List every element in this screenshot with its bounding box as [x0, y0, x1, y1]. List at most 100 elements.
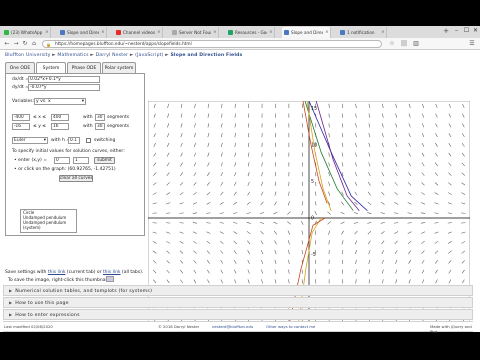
reload-icon[interactable]: ↻: [21, 40, 29, 48]
close-icon[interactable]: ×: [325, 30, 330, 35]
breadcrumb-item[interactable]: Darryl Nester: [96, 53, 129, 58]
y-segments-field[interactable]: 30: [95, 123, 105, 130]
y-min-field[interactable]: -16: [12, 123, 30, 130]
browser-tab[interactable]: Channel videos - YouTube×: [114, 27, 163, 38]
letterbox-bottom: [0, 332, 480, 360]
minimize-icon[interactable]: –: [452, 27, 461, 34]
chevron-down-icon: ▾: [43, 138, 46, 143]
x-max-field[interactable]: 400: [51, 114, 69, 121]
page-footer: Last modified 02/08/2020 © 2018 Darryl N…: [0, 322, 480, 334]
y-segments-label: segments: [107, 124, 130, 129]
favicon-icon: [116, 30, 121, 35]
breadcrumb-item[interactable]: Slope and Direction Fields: [170, 53, 242, 58]
chevron-down-icon: ▾: [81, 99, 84, 104]
method-select[interactable]: Euler ▾: [12, 137, 48, 144]
tab-title: Channel videos - YouTube: [123, 30, 155, 35]
save-link-all-tabs[interactable]: this link: [103, 270, 121, 275]
screen: (23) WhatsApp×Slope and Direction Fields…: [0, 0, 480, 360]
web-page: Bluffton University ► Mathematics ► Darr…: [0, 51, 480, 332]
email-link[interactable]: nesterd@bluffton.edu: [212, 324, 253, 329]
variables-select[interactable]: y vs. x ▾: [34, 98, 86, 105]
close-icon[interactable]: ×: [269, 30, 274, 35]
navigation-toolbar: ← → ↻ ⌂ https://homepages.bluffton.edu/~…: [0, 38, 480, 50]
contact-link[interactable]: Other ways to contact me: [266, 324, 315, 329]
switching-label: switching: [94, 138, 116, 143]
back-arrow-icon[interactable]: ←: [3, 40, 11, 48]
browser-tab[interactable]: Server Not Found×: [170, 27, 219, 38]
credits: Made with jQuery and Plot: [430, 324, 472, 334]
browser-tab[interactable]: 1 notification ×: [338, 27, 387, 38]
enter-point-label: • enter (x,y) =: [14, 158, 47, 163]
dxdt-field[interactable]: 0.02*x+0.1*y: [28, 76, 100, 83]
close-icon[interactable]: ×: [101, 30, 106, 35]
image-save-note: To save the image, right-click this thum…: [8, 278, 110, 283]
clear-curves-button[interactable]: clear all curves: [59, 175, 93, 182]
dydt-field[interactable]: -0.07*y: [28, 84, 100, 91]
save-settings-line: Save settings with this link (current ta…: [5, 270, 143, 275]
menu-icon[interactable]: ☰: [468, 40, 476, 48]
address-bar[interactable]: https://homepages.bluffton.edu/~nesterd/…: [42, 40, 382, 48]
accordion-how-to-use[interactable]: ▶ How to use this page: [3, 297, 473, 308]
close-icon[interactable]: ×: [213, 30, 218, 35]
tab-title: Resources - Google Drive: [235, 30, 267, 35]
forward-arrow-icon[interactable]: →: [12, 40, 20, 48]
panel-tab[interactable]: Polar system: [102, 62, 136, 73]
new-tab-icon[interactable]: +: [441, 27, 451, 35]
sidebar-icon[interactable]: ▥: [412, 40, 420, 48]
eq2-label: dy/dt =: [12, 85, 29, 90]
browser-tab[interactable]: (23) WhatsApp ×: [2, 27, 51, 38]
lock-icon: 🔒: [46, 42, 51, 47]
close-icon[interactable]: ×: [157, 30, 162, 35]
tab-title: Slope and Direction Fields: [291, 30, 323, 35]
panel-tab[interactable]: Phase ODE: [67, 62, 101, 73]
favicon-icon: [284, 30, 289, 35]
initial-y-field[interactable]: 1: [73, 157, 89, 164]
close-icon[interactable]: ×: [45, 30, 50, 35]
tab-title: (23) WhatsApp: [11, 30, 43, 35]
save-link-current-tab[interactable]: this link: [48, 270, 66, 275]
settings-panel: One ODE System Phase ODE Polar system dx/dt…: [5, 62, 145, 237]
breadcrumb-item[interactable]: Mathematics: [57, 53, 88, 58]
save-middle: (current tab) or: [66, 270, 102, 275]
example-list[interactable]: Circle Undamped pendulum Undamped pendulum…: [20, 209, 77, 233]
accordion-numerical-tables[interactable]: ▶ Numerical solution tables, and tomplots…: [3, 285, 473, 296]
breadcrumb-item[interactable]: Bluffton University: [5, 53, 51, 58]
method-value: Euler: [14, 138, 26, 143]
x-segments-field[interactable]: 30: [95, 114, 105, 121]
y-range-label: ≤ y ≤: [33, 124, 47, 129]
save-prefix: Save settings with: [5, 270, 47, 275]
triangle-right-icon: ▶: [9, 312, 13, 317]
variables-label: Variables:: [12, 99, 35, 104]
tab-title: 1 notification: [347, 30, 375, 35]
graph-thumbnail[interactable]: [106, 276, 114, 282]
maximize-icon[interactable]: ☐: [462, 27, 471, 34]
breadcrumb-separator: ►: [88, 53, 96, 58]
y-max-field[interactable]: 16: [51, 123, 69, 130]
bookmark-star-icon[interactable]: ☆: [388, 40, 396, 48]
variables-value: y vs. x: [36, 99, 51, 104]
browser-tab[interactable]: Resources - Google Drive×: [226, 27, 275, 38]
x-segments-label: segments: [107, 115, 130, 120]
breadcrumb-item[interactable]: (JavaScript): [135, 53, 163, 58]
close-window-icon[interactable]: ✕: [471, 27, 480, 34]
browser-window: (23) WhatsApp×Slope and Direction Fields…: [0, 26, 480, 332]
triangle-right-icon: ▶: [9, 288, 13, 293]
save-suffix: (all tabs).: [121, 270, 144, 275]
switching-checkbox[interactable]: [86, 138, 91, 143]
panel-tab[interactable]: One ODE: [5, 62, 35, 73]
initial-x-field[interactable]: 0: [54, 157, 70, 164]
accordion-expressions[interactable]: ▶ How to enter expressions: [3, 309, 473, 320]
x-min-field[interactable]: -400: [12, 114, 30, 121]
list-item[interactable]: Undamped pendulum (system): [23, 220, 76, 230]
home-icon[interactable]: ⌂: [30, 40, 38, 48]
h-field[interactable]: 0.1: [68, 137, 80, 144]
close-icon[interactable]: ×: [381, 30, 386, 35]
library-icon[interactable]: |||: [400, 40, 408, 48]
browser-tab[interactable]: Slope and Direction Fields×: [282, 27, 331, 38]
accordion-label: How to use this page: [15, 301, 69, 306]
browser-tab[interactable]: Slope and Direction Fields×: [58, 27, 107, 38]
favicon-icon: [228, 30, 233, 35]
eq1-label: dx/dt =: [12, 77, 29, 82]
submit-button[interactable]: submit: [94, 157, 115, 164]
tab-title: Server Not Found: [179, 30, 211, 35]
